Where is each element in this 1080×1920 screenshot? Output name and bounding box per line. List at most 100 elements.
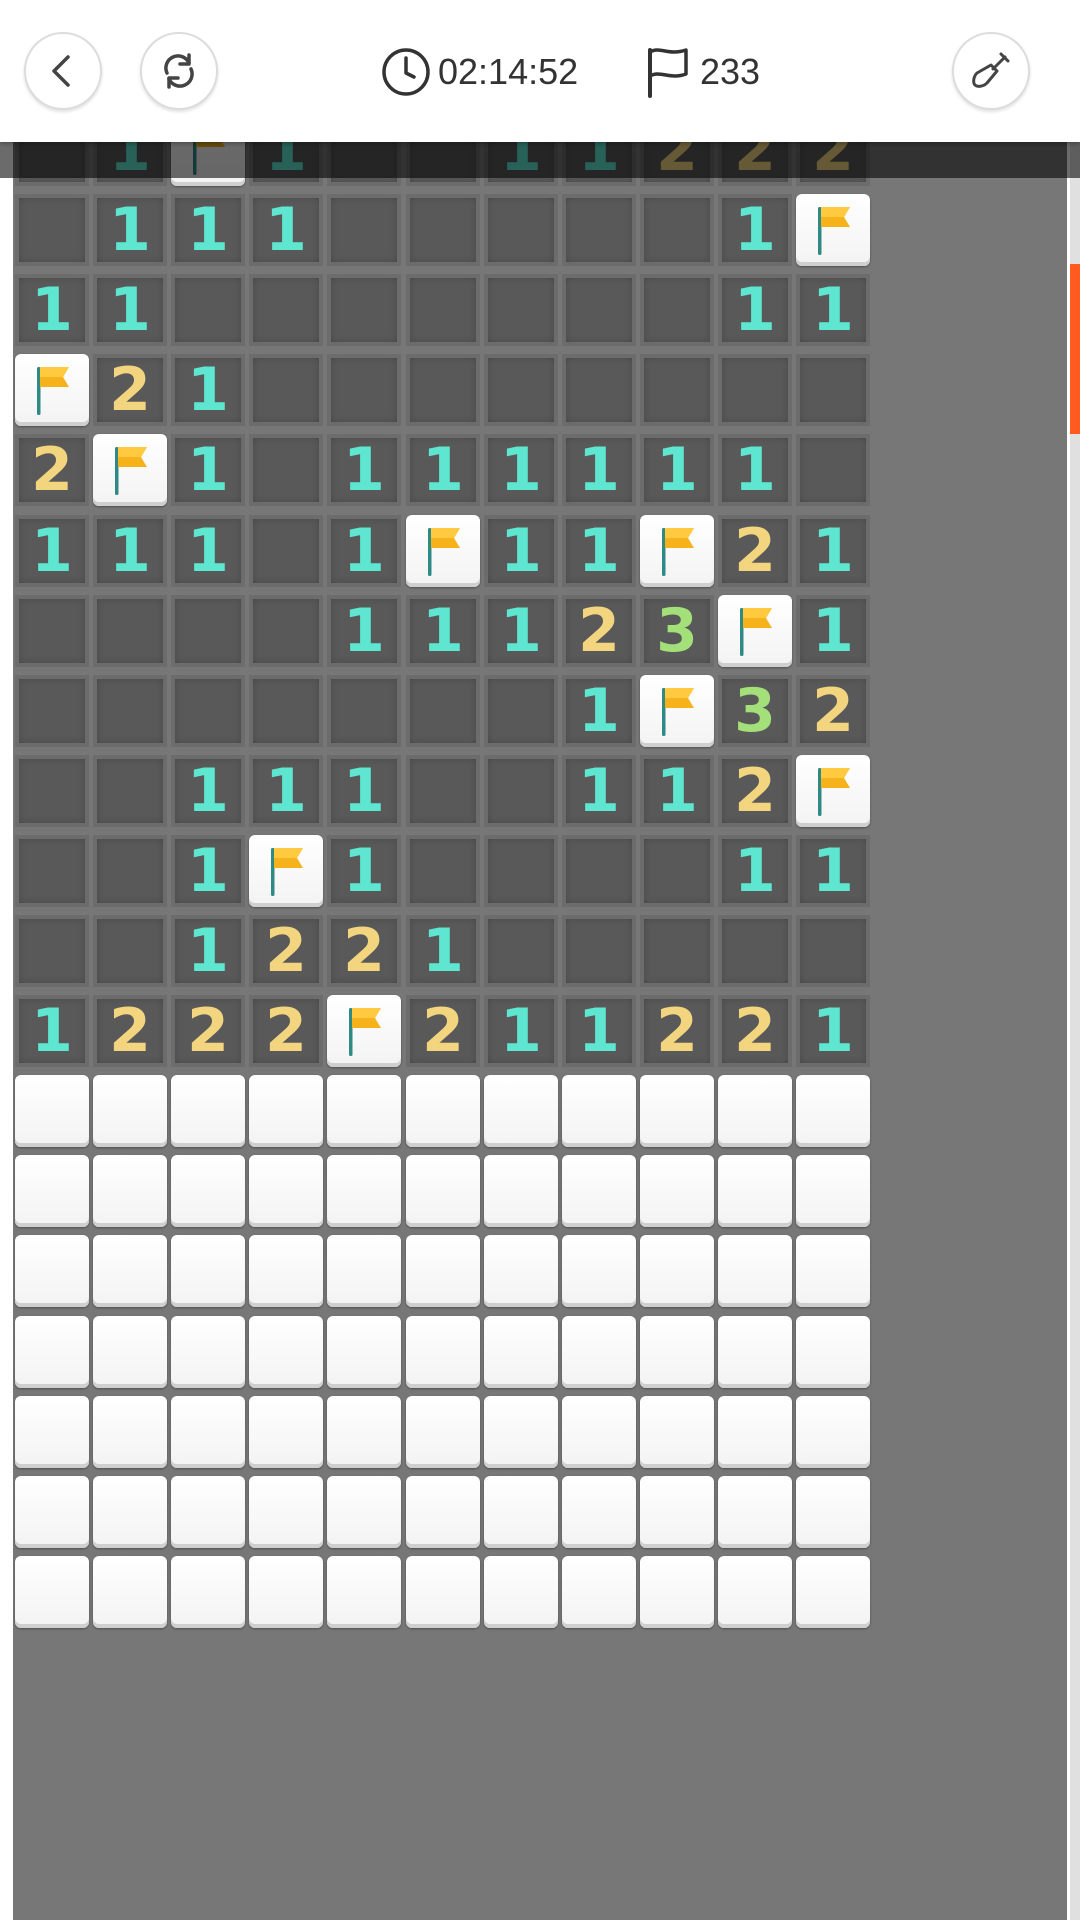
unrevealed-cell[interactable] (327, 1476, 401, 1548)
number-cell[interactable]: 2 (562, 595, 636, 667)
empty-cell[interactable] (796, 915, 870, 987)
number-cell[interactable]: 2 (718, 515, 792, 587)
empty-cell[interactable] (640, 194, 714, 266)
unrevealed-cell[interactable] (718, 1316, 792, 1388)
unrevealed-cell[interactable] (249, 1155, 323, 1227)
empty-cell[interactable] (796, 354, 870, 426)
number-cell[interactable]: 1 (796, 595, 870, 667)
number-cell[interactable]: 1 (484, 995, 558, 1067)
flagged-cell[interactable] (796, 755, 870, 827)
empty-cell[interactable] (484, 915, 558, 987)
unrevealed-cell[interactable] (327, 1556, 401, 1628)
number-cell[interactable]: 2 (93, 354, 167, 426)
empty-cell[interactable] (718, 354, 792, 426)
number-cell[interactable]: 1 (171, 434, 245, 506)
unrevealed-cell[interactable] (796, 1556, 870, 1628)
number-cell[interactable]: 1 (15, 274, 89, 346)
number-cell[interactable]: 1 (327, 434, 401, 506)
unrevealed-cell[interactable] (249, 1316, 323, 1388)
empty-cell[interactable] (327, 194, 401, 266)
unrevealed-cell[interactable] (15, 1476, 89, 1548)
unrevealed-cell[interactable] (484, 1155, 558, 1227)
number-cell[interactable]: 1 (796, 515, 870, 587)
flagged-cell[interactable] (640, 675, 714, 747)
empty-cell[interactable] (15, 915, 89, 987)
unrevealed-cell[interactable] (796, 1476, 870, 1548)
empty-cell[interactable] (640, 835, 714, 907)
flagged-cell[interactable] (15, 354, 89, 426)
empty-cell[interactable] (327, 675, 401, 747)
unrevealed-cell[interactable] (796, 1316, 870, 1388)
empty-cell[interactable] (484, 675, 558, 747)
unrevealed-cell[interactable] (93, 1155, 167, 1227)
number-cell[interactable]: 1 (406, 595, 480, 667)
flagged-cell[interactable] (249, 835, 323, 907)
number-cell[interactable]: 2 (171, 995, 245, 1067)
number-cell[interactable]: 1 (327, 595, 401, 667)
unrevealed-cell[interactable] (406, 1075, 480, 1147)
flagged-cell[interactable] (327, 995, 401, 1067)
number-cell[interactable]: 1 (718, 274, 792, 346)
unrevealed-cell[interactable] (640, 1476, 714, 1548)
unrevealed-cell[interactable] (249, 1396, 323, 1468)
unrevealed-cell[interactable] (249, 1235, 323, 1307)
empty-cell[interactable] (15, 835, 89, 907)
unrevealed-cell[interactable] (640, 1556, 714, 1628)
unrevealed-cell[interactable] (562, 1155, 636, 1227)
unrevealed-cell[interactable] (562, 1476, 636, 1548)
unrevealed-cell[interactable] (796, 1396, 870, 1468)
unrevealed-cell[interactable] (327, 1316, 401, 1388)
empty-cell[interactable] (406, 194, 480, 266)
empty-cell[interactable] (484, 755, 558, 827)
unrevealed-cell[interactable] (15, 1316, 89, 1388)
number-cell[interactable]: 1 (640, 434, 714, 506)
empty-cell[interactable] (562, 915, 636, 987)
unrevealed-cell[interactable] (640, 1316, 714, 1388)
unrevealed-cell[interactable] (796, 1155, 870, 1227)
number-cell[interactable]: 3 (640, 595, 714, 667)
number-cell[interactable]: 2 (796, 675, 870, 747)
empty-cell[interactable] (484, 835, 558, 907)
unrevealed-cell[interactable] (171, 1476, 245, 1548)
empty-cell[interactable] (15, 675, 89, 747)
flagged-cell[interactable] (93, 434, 167, 506)
number-cell[interactable]: 1 (640, 755, 714, 827)
unrevealed-cell[interactable] (562, 1556, 636, 1628)
unrevealed-cell[interactable] (171, 1075, 245, 1147)
unrevealed-cell[interactable] (484, 1396, 558, 1468)
empty-cell[interactable] (406, 354, 480, 426)
unrevealed-cell[interactable] (171, 1155, 245, 1227)
number-cell[interactable]: 1 (249, 194, 323, 266)
unrevealed-cell[interactable] (327, 1235, 401, 1307)
unrevealed-cell[interactable] (171, 1556, 245, 1628)
empty-cell[interactable] (249, 675, 323, 747)
number-cell[interactable]: 1 (796, 995, 870, 1067)
empty-cell[interactable] (640, 915, 714, 987)
empty-cell[interactable] (640, 274, 714, 346)
empty-cell[interactable] (406, 274, 480, 346)
flagged-cell[interactable] (718, 595, 792, 667)
number-cell[interactable]: 2 (249, 995, 323, 1067)
empty-cell[interactable] (171, 274, 245, 346)
unrevealed-cell[interactable] (249, 1075, 323, 1147)
back-button[interactable] (24, 32, 102, 110)
unrevealed-cell[interactable] (718, 1396, 792, 1468)
unrevealed-cell[interactable] (640, 1396, 714, 1468)
unrevealed-cell[interactable] (93, 1075, 167, 1147)
number-cell[interactable]: 1 (484, 515, 558, 587)
empty-cell[interactable] (484, 354, 558, 426)
unrevealed-cell[interactable] (718, 1476, 792, 1548)
unrevealed-cell[interactable] (484, 1316, 558, 1388)
empty-cell[interactable] (406, 835, 480, 907)
number-cell[interactable]: 1 (796, 274, 870, 346)
number-cell[interactable]: 1 (249, 755, 323, 827)
unrevealed-cell[interactable] (718, 1235, 792, 1307)
unrevealed-cell[interactable] (93, 1235, 167, 1307)
number-cell[interactable]: 1 (562, 434, 636, 506)
empty-cell[interactable] (249, 515, 323, 587)
number-cell[interactable]: 2 (718, 995, 792, 1067)
unrevealed-cell[interactable] (640, 1155, 714, 1227)
empty-cell[interactable] (15, 755, 89, 827)
flagged-cell[interactable] (640, 515, 714, 587)
unrevealed-cell[interactable] (562, 1235, 636, 1307)
